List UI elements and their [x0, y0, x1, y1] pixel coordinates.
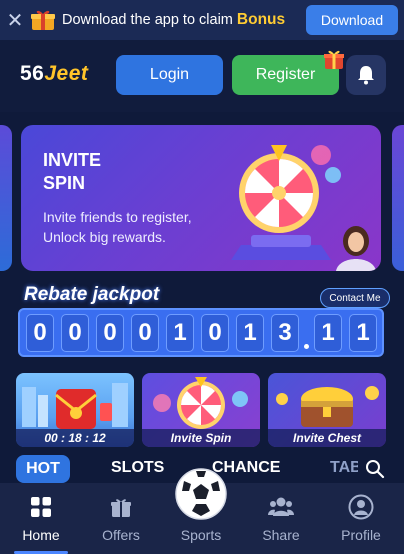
profile-icon [348, 494, 374, 520]
search-icon[interactable] [365, 459, 385, 479]
countdown-red-envelope-tile[interactable]: 00 : 18 : 12 [16, 373, 134, 447]
nav-share-label: Share [262, 527, 300, 543]
logo-name: Jeet [44, 62, 89, 85]
nav-offers[interactable]: Offers [86, 493, 156, 543]
users-icon [268, 497, 294, 516]
banner-prev-slide[interactable] [0, 125, 12, 271]
jackpot-digit: 1 [166, 314, 194, 352]
jackpot-digit: 3 [271, 314, 299, 352]
nav-offers-label: Offers [102, 527, 140, 543]
close-icon[interactable]: ✕ [0, 8, 30, 33]
banner-subtitle-line2: Unlock big rewards. [43, 229, 166, 245]
banner-carousel[interactable]: INVITE SPIN Invite friends to register, … [0, 125, 404, 271]
banner-subtitle: Invite friends to register, Unlock big r… [43, 207, 192, 247]
tab-hot[interactable]: HOT [16, 455, 70, 483]
notification-bell-button[interactable] [346, 55, 386, 95]
nav-profile[interactable]: Profile [326, 493, 396, 543]
jackpot-digit: 0 [131, 314, 159, 352]
jackpot-title: Rebate jackpot [24, 284, 160, 305]
jackpot-decimal-point [304, 344, 309, 349]
nav-home-label: Home [22, 527, 60, 543]
gift-icon [111, 499, 131, 517]
invite-spin-tile[interactable]: Invite Spin [142, 373, 260, 447]
login-button[interactable]: Login [116, 55, 223, 95]
nav-share[interactable]: Share [246, 493, 316, 543]
tab-slots[interactable]: SLOTS [111, 459, 164, 477]
promo-bonus: Bonus [236, 11, 286, 28]
prize-wheel-image [231, 145, 341, 260]
promo-message: Download the app to claim Bonus [62, 11, 285, 29]
register-gift-icon [324, 50, 344, 69]
banner-next-slide[interactable] [392, 125, 404, 271]
jackpot-digit: 1 [236, 314, 264, 352]
jackpot-digit: 0 [201, 314, 229, 352]
header: 56Jeet Login Register [0, 40, 404, 112]
jackpot-counter: 0 0 0 0 1 0 1 3 1 1 [18, 308, 384, 357]
soccer-ball-icon[interactable] [174, 467, 228, 521]
home-grid-icon [31, 497, 51, 517]
jackpot-digit: 0 [61, 314, 89, 352]
nav-home[interactable]: Home [6, 493, 76, 543]
invite-spin-caption: Invite Spin [142, 429, 260, 447]
invite-chest-tile[interactable]: Invite Chest [268, 373, 386, 447]
download-button[interactable]: Download [306, 5, 398, 35]
contact-me-button[interactable]: Contact Me [320, 288, 390, 308]
banner-subtitle-line1: Invite friends to register, [43, 209, 192, 225]
support-agent-avatar [336, 226, 376, 271]
nav-profile-label: Profile [341, 527, 381, 543]
rebate-jackpot: Rebate jackpot 0 0 0 0 1 0 1 3 1 1 Conta… [14, 281, 390, 359]
bell-icon [358, 66, 374, 85]
promo-text: Download the app to claim [62, 12, 233, 28]
countdown-timer: 00 : 18 : 12 [16, 429, 134, 447]
jackpot-digit: 1 [314, 314, 342, 352]
download-promo-bar: ✕ Download the app to claim Bonus Downlo… [0, 0, 404, 40]
jackpot-digit: 1 [349, 314, 377, 352]
invite-spin-banner[interactable]: INVITE SPIN Invite friends to register, … [21, 125, 381, 271]
banner-title: INVITE SPIN [43, 149, 101, 195]
logo[interactable]: 56Jeet [20, 62, 88, 86]
nav-sports-label: Sports [180, 527, 222, 543]
logo-number: 56 [20, 62, 45, 85]
jackpot-digit: 0 [26, 314, 54, 352]
invite-chest-caption: Invite Chest [268, 429, 386, 447]
tab-table[interactable]: TAB [330, 459, 358, 477]
jackpot-digit: 0 [96, 314, 124, 352]
banner-title-line2: SPIN [43, 173, 86, 193]
gift-box-icon [31, 10, 55, 30]
banner-title-line1: INVITE [43, 150, 102, 170]
